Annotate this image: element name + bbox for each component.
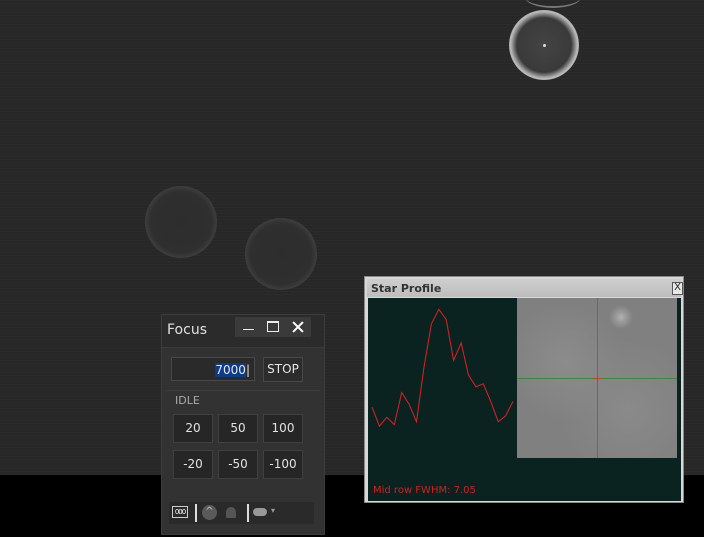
- star-profile-window: Star Profile X Mid row FWHM: 7.05: [364, 276, 684, 503]
- chevron-down-icon[interactable]: ▾: [271, 506, 275, 515]
- star-profile-title: Star Profile: [371, 282, 442, 295]
- toolbar-divider: [247, 504, 249, 522]
- camera-icon[interactable]: 000: [172, 506, 188, 518]
- star-selected[interactable]: [509, 10, 579, 80]
- focus-position-input[interactable]: 7000|: [171, 357, 255, 381]
- window-controls: [235, 317, 311, 337]
- step-in-100-button[interactable]: -100: [263, 450, 303, 479]
- crosshair-center-icon: [594, 375, 601, 382]
- close-icon[interactable]: X: [672, 282, 683, 295]
- step-in-20-button[interactable]: -20: [173, 450, 213, 479]
- star-profile-body: Mid row FWHM: 7.05: [368, 298, 681, 501]
- cloud-icon[interactable]: [253, 508, 267, 516]
- ghost-icon[interactable]: [226, 507, 236, 518]
- focuser-status: IDLE: [175, 394, 200, 407]
- maximize-icon[interactable]: [261, 317, 285, 337]
- position-value: 7000: [215, 363, 246, 377]
- star: [525, 0, 581, 8]
- focus-title: Focus: [167, 322, 207, 338]
- step-in-50-button[interactable]: -50: [218, 450, 258, 479]
- focus-titlebar[interactable]: Focus: [162, 315, 324, 348]
- star-profile-titlebar[interactable]: Star Profile X: [367, 279, 683, 297]
- step-out-50-button[interactable]: 50: [218, 414, 258, 443]
- step-out-100-button[interactable]: 100: [263, 414, 303, 443]
- chevron-up-icon[interactable]: ^: [202, 505, 217, 520]
- minimize-icon[interactable]: [235, 317, 259, 337]
- star-profile-graph: [371, 308, 514, 428]
- close-icon[interactable]: [286, 317, 310, 337]
- stop-button[interactable]: STOP: [263, 357, 303, 382]
- focus-toolbar: 000 ^ ▾: [169, 502, 314, 524]
- star: [245, 218, 317, 290]
- step-out-20-button[interactable]: 20: [173, 414, 213, 443]
- toolbar-divider: [195, 504, 197, 522]
- focus-panel: Focus 7000| STOP IDLE 20 50 100 -20 -50 …: [161, 314, 325, 535]
- profile-line: [371, 308, 514, 428]
- star-thumbnail: [517, 298, 677, 458]
- star: [145, 186, 217, 258]
- fwhm-readout: Mid row FWHM: 7.05: [373, 485, 476, 496]
- divider: [166, 390, 320, 391]
